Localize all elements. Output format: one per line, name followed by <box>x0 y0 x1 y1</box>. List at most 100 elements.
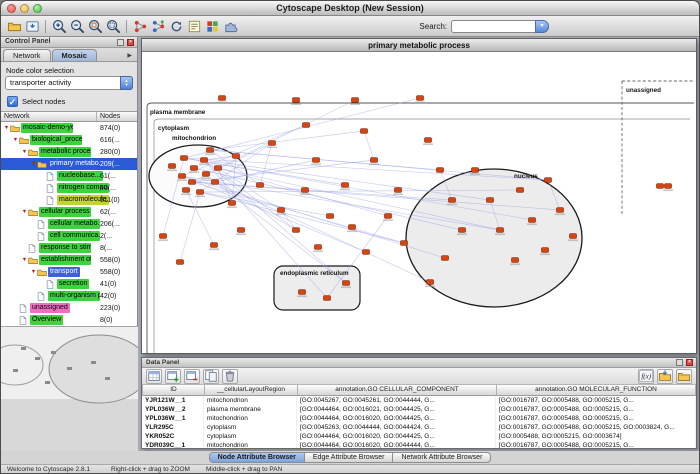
table-row[interactable]: YPL036W__2plasma membrane[GO:0044464, GO… <box>142 405 696 414</box>
tree-expander-icon[interactable]: ▼ <box>30 161 37 167</box>
network-node[interactable] <box>340 183 350 190</box>
tree-row[interactable]: response to stimul...8(... <box>1 242 137 254</box>
delete-row-icon[interactable] <box>222 369 238 384</box>
network-node[interactable] <box>415 96 425 103</box>
network-node[interactable] <box>363 250 370 255</box>
network-node[interactable] <box>663 184 673 191</box>
network-node[interactable] <box>510 258 520 265</box>
table-cell[interactable]: [GO:0016787, GO:0005488, GO:0005215, GO:… <box>496 423 696 432</box>
network-node[interactable] <box>657 184 664 189</box>
tab-edge-attribute-browser[interactable]: Edge Attribute Browser <box>304 452 394 463</box>
tab-node-attribute-browser[interactable]: Node Attribute Browser <box>209 452 305 463</box>
tree-expander-icon[interactable]: ▼ <box>21 209 28 215</box>
table-cell[interactable]: YJR121W__1 <box>142 396 204 405</box>
tree-row[interactable]: macromolecule...311(0) <box>1 194 137 206</box>
table-cell[interactable]: YDR039C__1 <box>142 441 204 448</box>
network-node[interactable] <box>393 188 403 195</box>
tree-row[interactable]: multi-organism pro...42(0) <box>1 290 137 302</box>
table-cell[interactable]: [GO:0016787, GO:0005488, GO:0005215, G..… <box>496 441 696 448</box>
tab-mosaic[interactable]: Mosaic <box>52 49 97 61</box>
table-cell[interactable]: YLR295C <box>142 423 204 432</box>
table-cell[interactable]: cytoplasm <box>204 432 297 441</box>
network-node[interactable] <box>517 188 524 193</box>
column-header[interactable]: annotation.GO CELLULAR_COMPONENT <box>298 385 497 396</box>
network-node[interactable] <box>233 154 240 159</box>
tree-row[interactable]: ▼primary metabo...209(... <box>1 158 137 170</box>
table-cell[interactable]: YPL036W__2 <box>142 405 204 414</box>
select-first-neighbors-icon[interactable] <box>149 17 167 35</box>
table-cell[interactable]: [GO:0016787, GO:0005488, GO:0005215, G..… <box>496 414 696 423</box>
delete-attribute-icon[interactable] <box>184 369 200 384</box>
network-node[interactable] <box>189 180 196 185</box>
zoom-selected-region-icon[interactable] <box>86 17 104 35</box>
network-node[interactable] <box>217 96 227 103</box>
tree-expander-icon[interactable]: ▼ <box>30 269 37 275</box>
import-attributes-icon[interactable] <box>657 369 673 384</box>
network-node[interactable] <box>350 98 360 105</box>
network-node[interactable] <box>167 164 177 171</box>
network-node[interactable] <box>158 234 168 241</box>
network-node[interactable] <box>442 256 449 261</box>
import-network-icon[interactable] <box>23 17 41 35</box>
network-node[interactable] <box>568 234 578 241</box>
vizmapper-icon[interactable] <box>203 17 221 35</box>
network-node[interactable] <box>540 248 550 255</box>
search-text-input[interactable] <box>454 21 534 32</box>
table-cell[interactable]: plasma membrane <box>204 405 297 414</box>
network-node[interactable] <box>327 214 334 219</box>
tree-row[interactable]: cellular metabo...206(... <box>1 218 137 230</box>
network-node[interactable] <box>555 208 565 215</box>
network-node[interactable] <box>347 225 357 232</box>
network-node[interactable] <box>177 174 187 181</box>
network-node[interactable] <box>447 198 457 205</box>
function-builder-icon[interactable]: f(x) <box>638 369 654 384</box>
table-cell[interactable]: mitochondrion <box>204 414 297 423</box>
search-input[interactable]: ▼ <box>451 20 549 33</box>
network-node[interactable] <box>437 168 444 173</box>
float-data-panel-icon[interactable] <box>676 359 683 366</box>
tree-expander-icon[interactable]: ▼ <box>3 125 10 131</box>
tab-network-attribute-browser[interactable]: Network Attribute Browser <box>392 452 491 463</box>
open-attributes-icon[interactable] <box>676 369 692 384</box>
tree-row[interactable]: ▼metabolic process280(0) <box>1 146 137 158</box>
table-cell[interactable]: [GO:0044464, GO:0016020, GO:0044425, G..… <box>297 414 496 423</box>
network-node[interactable] <box>267 141 277 148</box>
column-header[interactable]: __cellularLayoutRegion <box>205 385 298 396</box>
network-node[interactable] <box>201 172 211 179</box>
tree-column-network[interactable]: Network <box>1 112 97 121</box>
table-cell[interactable]: YPL036W__1 <box>142 414 204 423</box>
tab-network[interactable]: Network <box>3 49 51 61</box>
search-dropdown-icon[interactable]: ▼ <box>535 20 549 33</box>
create-attribute-icon[interactable] <box>165 369 181 384</box>
network-node[interactable] <box>199 158 209 165</box>
close-panel-icon[interactable]: × <box>127 39 134 46</box>
column-header[interactable]: annotation.GO MOLECULAR_FUNCTION <box>497 385 696 396</box>
network-node[interactable] <box>425 280 435 287</box>
table-row[interactable]: YDR039C__1mitochondrion[GO:0044464, GO:0… <box>142 441 696 448</box>
network-node[interactable] <box>545 178 552 183</box>
network-node[interactable] <box>311 158 321 165</box>
zoom-fit-icon[interactable] <box>104 17 122 35</box>
rotate-network-icon[interactable] <box>167 17 185 35</box>
table-cell[interactable]: [GO:0045267, GO:0045261, GO:0044444, G..… <box>297 396 496 405</box>
network-node[interactable] <box>297 290 307 297</box>
table-row[interactable]: YLR295Ccytoplasm[GO:0045263, GO:0044444,… <box>142 423 696 432</box>
network-node[interactable] <box>215 166 222 171</box>
plugin-manager-icon[interactable] <box>221 17 239 35</box>
network-node[interactable] <box>293 228 300 233</box>
tree-row[interactable]: ▼transport558(0) <box>1 266 137 278</box>
tree-row[interactable]: ▼establishment of lo...558(0) <box>1 254 137 266</box>
zoom-in-icon[interactable] <box>50 17 68 35</box>
copy-attribute-icon[interactable] <box>203 369 219 384</box>
network-node[interactable] <box>470 168 480 175</box>
tree-expander-icon[interactable]: ▼ <box>21 257 28 263</box>
select-nodes-checkbox[interactable]: ✓ <box>7 96 18 107</box>
network-node[interactable] <box>177 260 184 265</box>
network-node[interactable] <box>361 129 368 134</box>
network-canvas[interactable]: plasma membranecytoplasmmitochondrionnuc… <box>142 52 696 353</box>
tree-row[interactable]: secretion41(0) <box>1 278 137 290</box>
network-node[interactable] <box>401 241 408 246</box>
network-frame-titlebar[interactable]: primary metabolic process <box>142 39 696 52</box>
table-row[interactable]: YKR052Ccytoplasm[GO:0044464, GO:0016020,… <box>142 432 696 441</box>
table-cell[interactable]: [GO:0016787, GO:0005488, GO:0005215, G..… <box>496 396 696 405</box>
